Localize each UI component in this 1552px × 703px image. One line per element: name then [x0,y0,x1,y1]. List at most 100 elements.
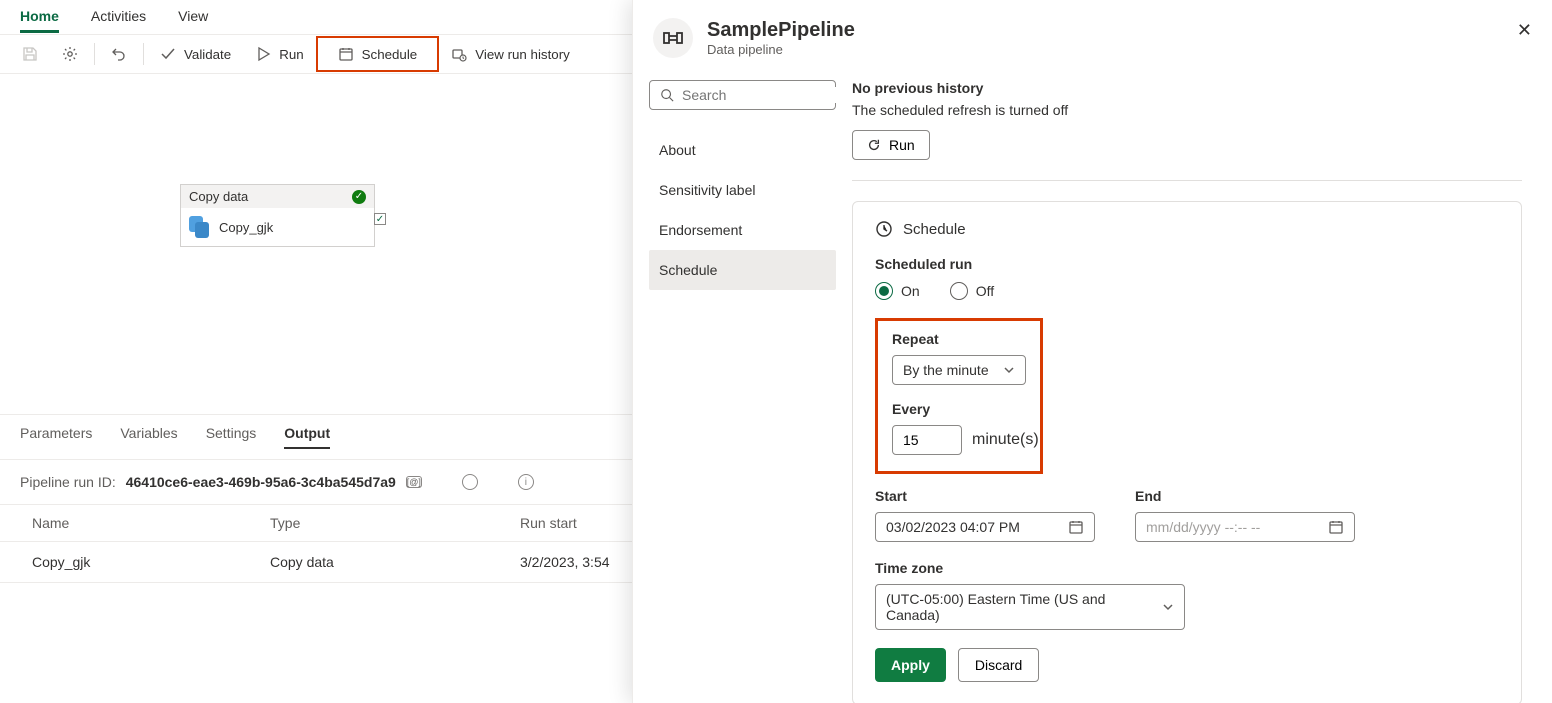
timezone-value: (UTC-05:00) Eastern Time (US and Canada) [886,591,1162,623]
panel-run-label: Run [889,137,915,153]
end-label: End [1135,488,1355,504]
schedule-panel: SamplePipeline Data pipeline ✕ About Sen… [632,0,1552,703]
run-id-label: Pipeline run ID: [20,474,116,490]
apply-button[interactable]: Apply [875,648,946,682]
toolbar-separator [143,43,144,65]
tab-home[interactable]: Home [20,8,59,33]
calendar-icon [338,46,354,62]
close-icon: ✕ [1517,20,1532,40]
history-title: No previous history [852,80,1522,96]
run-button[interactable]: Run [243,38,315,70]
run-id-value: 46410ce6-eae3-469b-95a6-3c4ba545d7a9 [126,474,396,490]
schedule-card: Schedule Scheduled run On Off Repeat [852,201,1522,703]
radio-off[interactable]: Off [950,282,994,300]
panel-title: SamplePipeline [707,19,855,42]
activity-type: Copy data [189,189,248,204]
activity-body: Copy_gjk [181,208,374,246]
activity-name: Copy_gjk [219,220,273,235]
pipeline-icon [653,18,693,58]
view-history-label: View run history [475,47,570,62]
history-subtitle: The scheduled refresh is turned off [852,102,1522,118]
validate-button[interactable]: Validate [148,38,243,70]
col-name: Name [20,515,270,531]
history-icon [451,46,467,62]
nav-sensitivity[interactable]: Sensitivity label [649,170,836,210]
repeat-select[interactable]: By the minute [892,355,1026,385]
nav-endorsement[interactable]: Endorsement [649,210,836,250]
end-placeholder: mm/dd/yyyy --:-- -- [1146,519,1260,535]
button-row: Apply Discard [875,648,1499,682]
check-icon [160,46,176,62]
repeat-label: Repeat [892,331,1026,347]
end-input[interactable]: mm/dd/yyyy --:-- -- [1135,512,1355,542]
repeat-highlight: Repeat By the minute Every minute(s) [875,318,1043,474]
refresh-icon [867,138,881,152]
panel-run-button[interactable]: Run [852,130,930,160]
info-icon[interactable]: i [518,474,534,490]
clock-icon [875,220,893,238]
tab-output[interactable]: Output [284,425,330,449]
start-value: 03/02/2023 04:07 PM [886,519,1020,535]
nav-about[interactable]: About [649,130,836,170]
calendar-icon [1328,519,1344,535]
undo-button[interactable] [99,38,139,70]
scheduled-run-radios: On Off [875,282,1499,300]
schedule-label: Schedule [362,47,418,62]
tab-parameters[interactable]: Parameters [20,425,92,449]
start-input[interactable]: 03/02/2023 04:07 PM [875,512,1095,542]
schedule-highlight: Schedule [316,36,440,72]
panel-subtitle: Data pipeline [707,42,855,57]
timezone-label: Time zone [875,560,1499,576]
status-success-icon: ✓ [352,190,366,204]
every-input[interactable] [892,425,962,455]
tab-variables[interactable]: Variables [120,425,177,449]
col-type: Type [270,515,520,531]
undo-icon [111,46,127,62]
discard-button[interactable]: Discard [958,648,1039,682]
nav-schedule[interactable]: Schedule [649,250,836,290]
refresh-icon[interactable] [462,474,478,490]
validate-label: Validate [184,47,231,62]
chevron-down-icon [1003,364,1015,376]
scheduled-run-label: Scheduled run [875,256,1499,272]
tab-settings[interactable]: Settings [206,425,257,449]
divider [852,180,1522,181]
search-input-wrap[interactable] [649,80,836,110]
cell-name: Copy_gjk [20,554,270,570]
schedule-button[interactable]: Schedule [326,38,430,70]
run-label: Run [279,47,303,62]
schedule-card-title-row: Schedule [875,220,1499,238]
tab-view[interactable]: View [178,8,208,33]
copy-id-icon[interactable]: [@] [406,476,422,488]
date-row: Start 03/02/2023 04:07 PM End mm/dd/yyyy… [875,488,1499,542]
panel-sidebar: About Sensitivity label Endorsement Sche… [633,68,848,703]
gear-icon [62,46,78,62]
radio-on-label: On [901,283,920,299]
toolbar-separator [94,43,95,65]
panel-main: No previous history The scheduled refres… [848,68,1552,703]
radio-off-icon [950,282,968,300]
panel-header: SamplePipeline Data pipeline ✕ [633,0,1552,68]
search-icon [660,88,674,102]
every-unit: minute(s) [972,431,1039,449]
settings-button[interactable] [50,38,90,70]
calendar-icon [1068,519,1084,535]
chevron-down-icon [1162,601,1174,613]
timezone-select[interactable]: (UTC-05:00) Eastern Time (US and Canada) [875,584,1185,630]
repeat-value: By the minute [903,362,989,378]
activity-card[interactable]: Copy data ✓ Copy_gjk ✓ [180,184,375,247]
tab-activities[interactable]: Activities [91,8,146,33]
panel-nav: About Sensitivity label Endorsement Sche… [649,130,836,290]
activity-header: Copy data ✓ [181,185,374,208]
radio-on[interactable]: On [875,282,920,300]
connector-checkbox[interactable]: ✓ [374,213,386,225]
radio-on-icon [875,282,893,300]
close-button[interactable]: ✕ [1517,20,1532,41]
copy-data-icon [189,216,209,238]
save-icon [22,46,38,62]
search-input[interactable] [682,87,863,103]
start-label: Start [875,488,1095,504]
view-run-history-button[interactable]: View run history [439,38,582,70]
schedule-card-title: Schedule [903,221,966,238]
save-button[interactable] [10,38,50,70]
